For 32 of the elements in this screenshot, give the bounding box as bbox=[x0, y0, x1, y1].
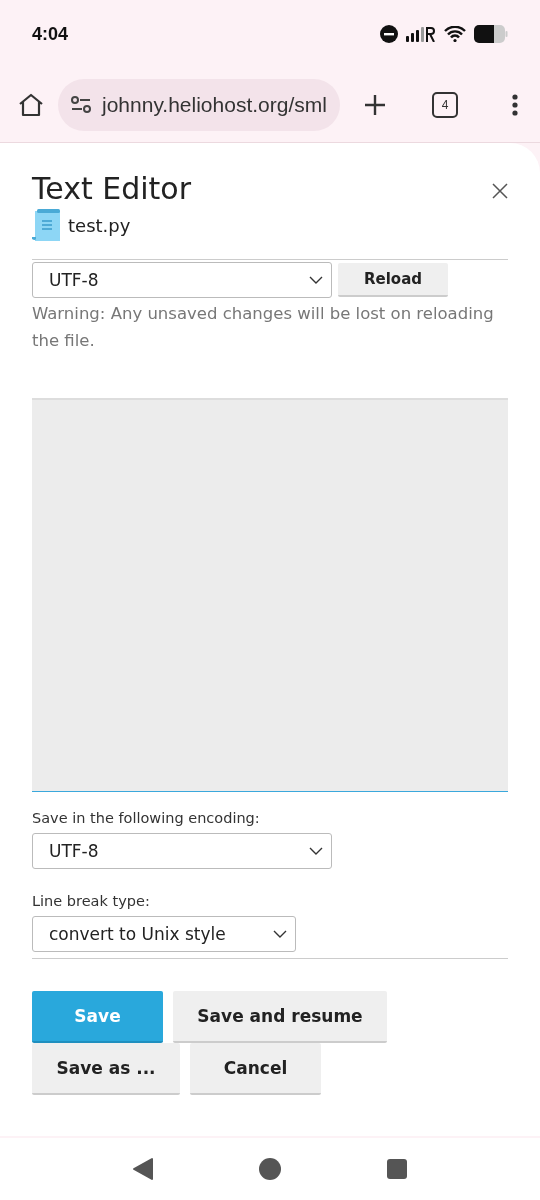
chevron-down-icon bbox=[273, 930, 287, 938]
file-name: test.py bbox=[68, 214, 131, 236]
menu-icon[interactable] bbox=[512, 94, 518, 116]
dialog-button[interactable]: Save as ... bbox=[32, 1043, 180, 1095]
encoding-label: Save in the following encoding: bbox=[32, 810, 261, 826]
site-settings-icon bbox=[70, 95, 92, 115]
file-icon bbox=[32, 209, 60, 241]
dialog-button[interactable]: Save and resume bbox=[173, 991, 387, 1043]
line-break-select[interactable]: convert to Unix style bbox=[32, 916, 296, 952]
encoding-select[interactable]: UTF-8 bbox=[32, 262, 332, 298]
signal-icon bbox=[406, 26, 436, 42]
tab-count[interactable]: 4 bbox=[432, 92, 458, 118]
dialog-title: Text Editor bbox=[32, 170, 191, 208]
recents-icon[interactable] bbox=[386, 1158, 408, 1180]
back-icon[interactable] bbox=[132, 1157, 154, 1181]
status-time: 4:04 bbox=[32, 23, 69, 45]
home-icon[interactable] bbox=[258, 1157, 282, 1181]
battery-icon bbox=[474, 25, 508, 43]
url-text: johnny.heliohost.org/sml bbox=[102, 93, 327, 117]
save-encoding-select[interactable]: UTF-8 bbox=[32, 833, 332, 869]
new-tab-icon[interactable] bbox=[364, 94, 386, 116]
address-bar[interactable]: johnny.heliohost.org/sml bbox=[58, 79, 340, 131]
reload-button[interactable]: Reload bbox=[338, 263, 449, 297]
home-icon[interactable] bbox=[18, 93, 44, 117]
do-not-disturb-icon bbox=[380, 25, 398, 43]
close-icon[interactable] bbox=[492, 183, 508, 199]
chevron-down-icon bbox=[309, 276, 323, 284]
line-break-label: Line break type: bbox=[32, 893, 151, 909]
warning-text: Warning: Any unsaved changes will be lost on reloading the file. bbox=[32, 303, 495, 352]
chevron-down-icon bbox=[309, 847, 323, 855]
dialog-button[interactable]: Cancel bbox=[190, 1043, 321, 1095]
wifi-icon bbox=[444, 26, 466, 42]
